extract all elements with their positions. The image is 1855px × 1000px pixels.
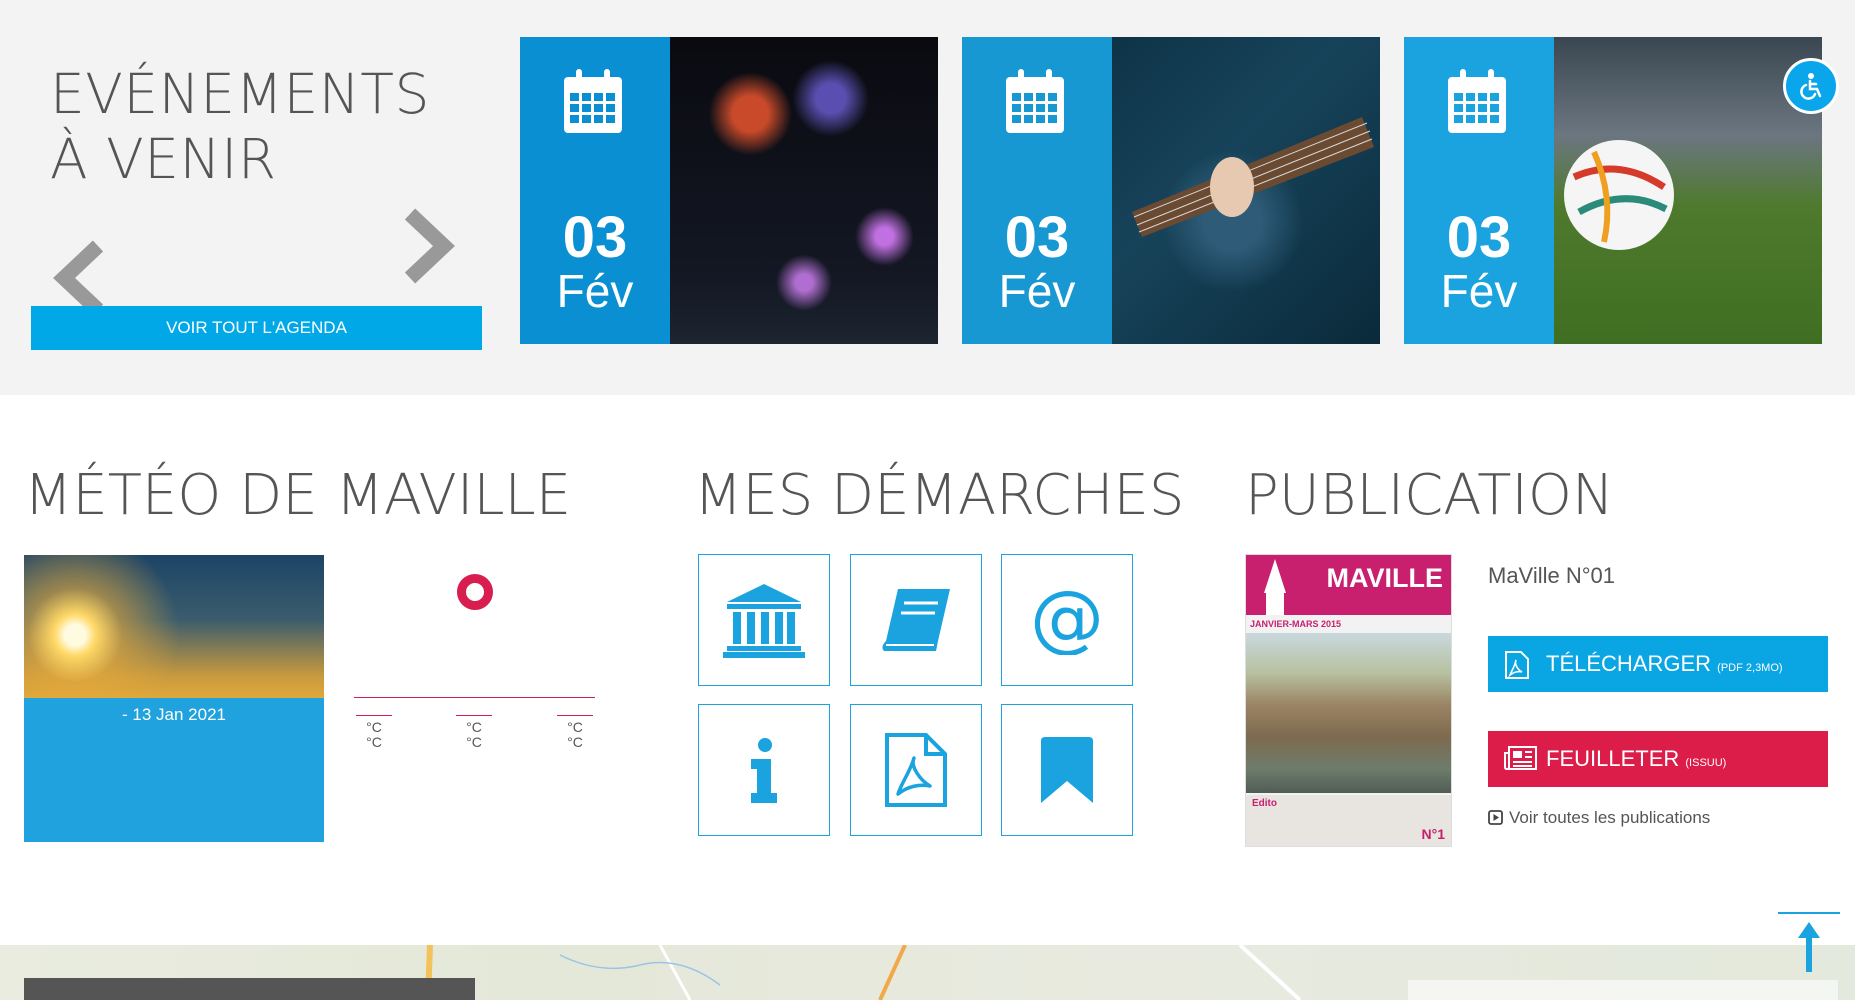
temp-max: °C [466, 719, 482, 735]
map-overlay-panel [1408, 980, 1838, 1000]
church-tower-icon [1264, 559, 1286, 615]
event-date-panel: 03 Fév [962, 37, 1112, 344]
back-to-top-button[interactable] [1778, 912, 1840, 974]
event-card[interactable]: 03 Fév [962, 37, 1380, 344]
demarches-title: MES DÉMARCHES [694, 463, 1185, 528]
temp-max: °C [366, 719, 382, 735]
arrow-up-icon [1798, 922, 1820, 972]
carousel-next-button[interactable] [398, 206, 458, 286]
events-title: EVÉNEMENTS À VENIR [50, 62, 430, 191]
newspaper-icon [1504, 746, 1537, 770]
cover-number: N°1 [1421, 826, 1446, 842]
at-icon: @ [1032, 585, 1102, 655]
event-day: 03 [562, 205, 628, 270]
publication-title: PUBLICATION [1245, 463, 1614, 528]
download-meta: (PDF 2,3MO) [1717, 662, 1783, 674]
event-date-panel: 03 Fév [520, 37, 670, 344]
bookmark-icon [1041, 737, 1093, 803]
sunrise-photo [24, 555, 324, 698]
play-square-icon [1488, 810, 1503, 825]
event-day: 03 [1004, 205, 1070, 270]
meteo-image: - 13 Jan 2021 [24, 555, 324, 842]
demarche-tile-guide[interactable] [850, 554, 982, 686]
map-info-panel [24, 978, 475, 1000]
temp-min: °C [567, 734, 583, 750]
event-month: Fév [556, 265, 634, 317]
temp-max: °C [567, 719, 583, 735]
pdf-file-icon [1505, 651, 1529, 679]
svg-text:@: @ [1032, 585, 1102, 655]
temperature-column: °C °C [354, 715, 394, 750]
weather-axis-line [354, 697, 595, 698]
book-icon [882, 589, 950, 651]
guitar-neck-graphic [1132, 117, 1374, 237]
calendar-icon [1006, 69, 1064, 133]
wheelchair-icon [1800, 73, 1822, 100]
view-agenda-button[interactable]: VOIR TOUT L'AGENDA [31, 306, 482, 350]
cover-photo-village [1246, 633, 1451, 793]
event-date-panel: 03 Fév [1404, 37, 1554, 344]
feuilleter-meta: (ISSUU) [1685, 757, 1727, 769]
accessibility-button[interactable] [1783, 58, 1839, 114]
events-section: EVÉNEMENTS À VENIR VOIR TOUT L'AGENDA 03 [0, 0, 1855, 395]
meteo-date: - 13 Jan 2021 [122, 705, 226, 724]
publication-name: MaVille N°01 [1488, 563, 1616, 588]
calendar-icon [1448, 69, 1506, 133]
publication-cover[interactable]: MAVILLE JANVIER-MARS 2015 Edito N°1 [1245, 554, 1452, 847]
top-button-line [1778, 912, 1840, 914]
event-day: 03 [1446, 205, 1512, 270]
demarche-tile-contact[interactable]: @ [1001, 554, 1133, 686]
feuilleter-label: FEUILLETER [1546, 746, 1680, 771]
football-graphic [1564, 140, 1674, 250]
demarche-tile-documents[interactable] [850, 704, 982, 836]
event-photo-fireworks [670, 37, 938, 344]
temp-min: °C [366, 734, 382, 750]
event-photo-football [1554, 37, 1822, 344]
all-publications-link[interactable]: Voir toutes les publications [1488, 808, 1710, 828]
weather-indicator-icon [457, 574, 493, 610]
demarche-tile-mairie[interactable] [698, 554, 830, 686]
event-month: Fév [998, 265, 1076, 317]
event-card[interactable]: 03 Fév [1404, 37, 1822, 344]
download-label: TÉLÉCHARGER [1546, 651, 1712, 676]
temperature-column: °C °C [555, 715, 595, 750]
chevron-right-icon [404, 208, 455, 284]
pdf-icon [885, 733, 947, 807]
demarche-tile-favoris[interactable] [1001, 704, 1133, 836]
event-month: Fév [1440, 265, 1518, 317]
download-button[interactable]: TÉLÉCHARGER (PDF 2,3MO) [1488, 636, 1828, 692]
info-icon [751, 738, 777, 803]
demarche-tile-info[interactable] [698, 704, 830, 836]
event-card[interactable]: 03 Fév [520, 37, 938, 344]
temperature-column: °C °C [454, 715, 494, 750]
calendar-icon [564, 69, 622, 133]
cover-period: JANVIER-MARS 2015 [1250, 619, 1342, 629]
cover-logo: MAVILLE [1326, 563, 1444, 593]
event-photo-guitar [1112, 37, 1380, 344]
cover-edito-label: Edito [1252, 798, 1277, 809]
bank-icon [723, 584, 805, 658]
temp-min: °C [466, 734, 482, 750]
feuilleter-button[interactable]: FEUILLETER (ISSUU) [1488, 731, 1828, 787]
cover-header: MAVILLE [1246, 555, 1451, 615]
all-publications-label: Voir toutes les publications [1509, 808, 1711, 827]
meteo-title: MÉTÉO DE MAVILLE [24, 463, 572, 528]
